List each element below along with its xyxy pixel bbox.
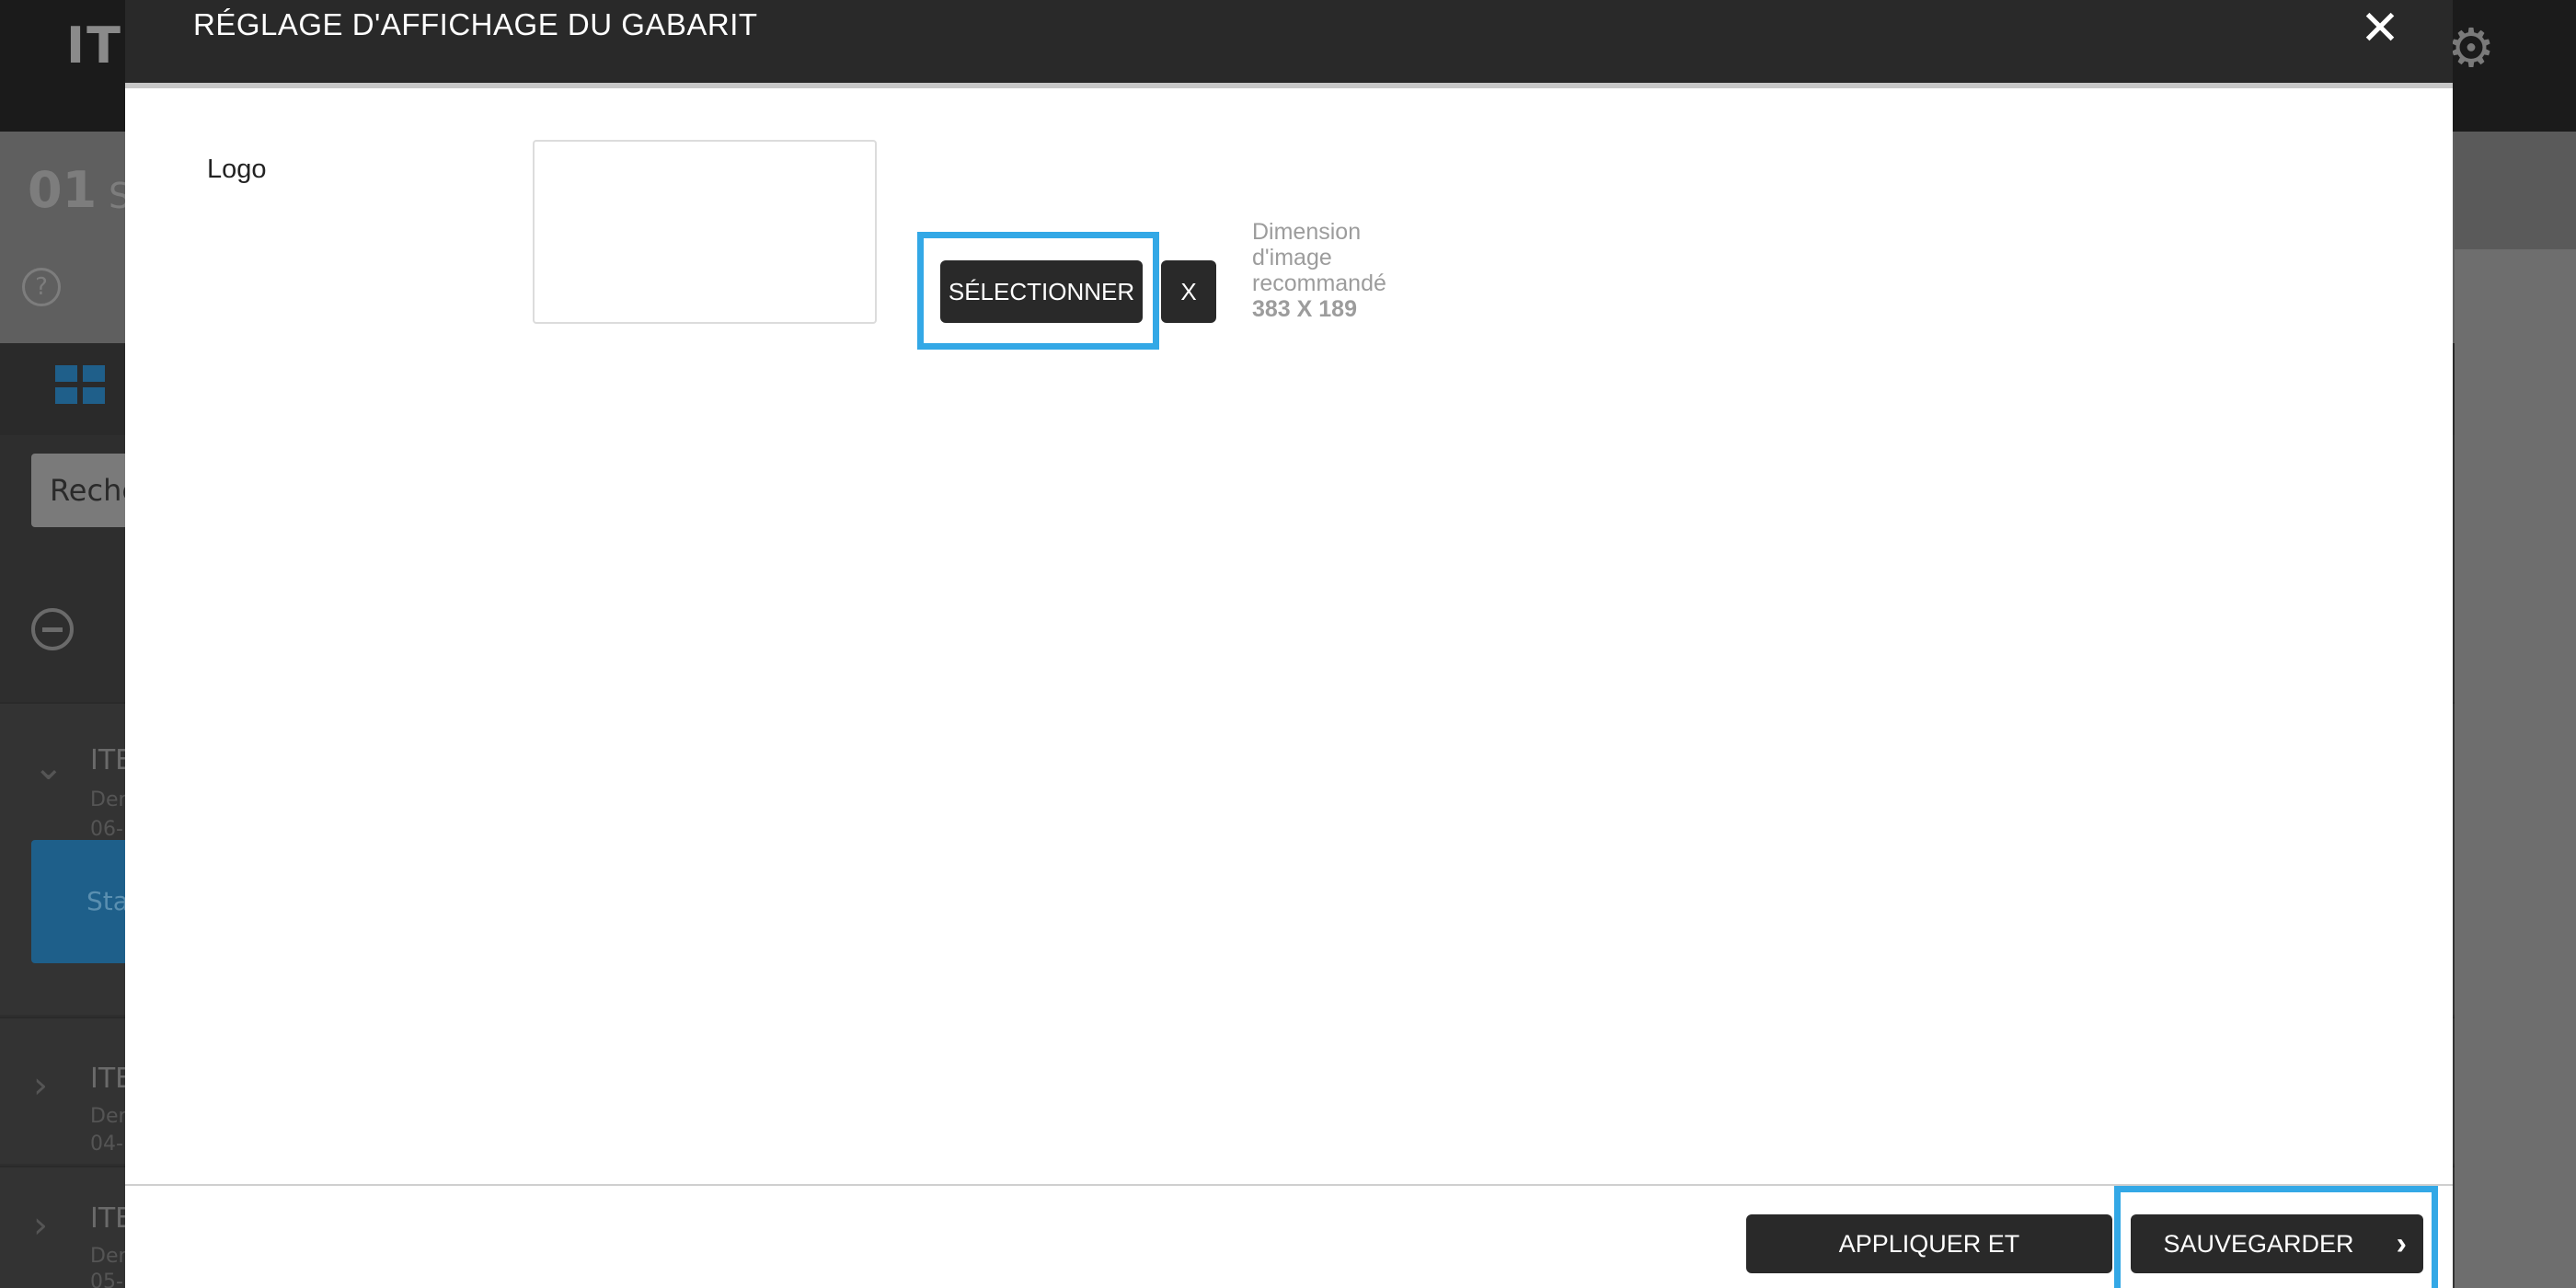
chevron-right-icon: ›	[33, 1204, 48, 1247]
select-logo-button[interactable]: SÉLECTIONNER	[940, 260, 1143, 323]
dimension-value: 383 X 189	[1252, 296, 1357, 322]
modal-header: RÉGLAGE D'AFFICHAGE DU GABARIT ✕	[125, 0, 2453, 88]
remove-logo-button[interactable]: X	[1161, 260, 1216, 323]
chevron-right-icon: ›	[33, 1064, 48, 1107]
chevron-down-icon: ⌄	[33, 746, 64, 788]
modal-title: RÉGLAGE D'AFFICHAGE DU GABARIT	[193, 7, 758, 41]
save-button-label: SAUVEGARDER	[2163, 1230, 2354, 1258]
apply-preview-button[interactable]: APPLIQUER ET PRÉVISUALISER	[1746, 1214, 2112, 1273]
save-button[interactable]: SAUVEGARDER ›	[2131, 1214, 2423, 1273]
chevron-right-icon: ›	[2396, 1226, 2407, 1261]
logo-preview	[533, 140, 877, 324]
close-icon[interactable]: ✕	[2355, 4, 2405, 53]
right-panel	[2455, 132, 2576, 1288]
footer-divider	[125, 1184, 2453, 1186]
help-icon[interactable]: ?	[22, 268, 61, 306]
template-display-settings-modal: RÉGLAGE D'AFFICHAGE DU GABARIT ✕ Logo SÉ…	[125, 0, 2453, 1288]
logo-label: Logo	[207, 155, 267, 184]
step-number: 01	[28, 161, 98, 219]
grid-view-icon[interactable]	[55, 365, 105, 406]
dimension-hint: Dimension d'image recommandé 383 X 189	[1252, 219, 1436, 322]
collapse-icon[interactable]	[31, 608, 74, 650]
